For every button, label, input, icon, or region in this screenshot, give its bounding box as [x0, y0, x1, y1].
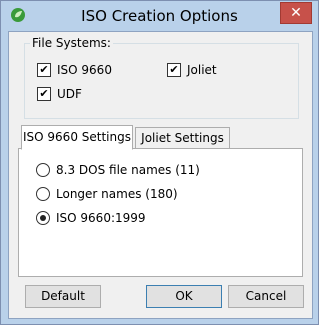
- file-systems-group: File Systems: ✔ ISO 9660 ✔ Joliet ✔ UDF: [24, 36, 299, 119]
- cancel-button[interactable]: Cancel: [228, 285, 304, 308]
- radio-longer-names[interactable]: Longer names (180): [36, 187, 178, 201]
- default-button[interactable]: Default: [25, 285, 101, 308]
- checkbox-box[interactable]: ✔: [37, 63, 51, 77]
- checkbox-box[interactable]: ✔: [167, 63, 181, 77]
- radio-circle[interactable]: [36, 211, 50, 225]
- dialog-body: File Systems: ✔ ISO 9660 ✔ Joliet ✔ UDF …: [8, 31, 313, 319]
- radio-8-3-dos[interactable]: 8.3 DOS file names (11): [36, 163, 200, 177]
- window-title: ISO Creation Options: [81, 7, 238, 25]
- title-bar[interactable]: ISO Creation Options ✕: [1, 1, 318, 31]
- radio-label: Longer names (180): [56, 187, 178, 201]
- checkbox-label: Joliet: [187, 63, 217, 77]
- radio-iso9660-1999[interactable]: ISO 9660:1999: [36, 211, 146, 225]
- close-button[interactable]: ✕: [280, 2, 312, 24]
- close-icon: ✕: [290, 5, 302, 21]
- checkbox-iso9660[interactable]: ✔ ISO 9660: [37, 63, 112, 77]
- checkbox-box[interactable]: ✔: [37, 87, 51, 101]
- checkbox-udf[interactable]: ✔ UDF: [37, 87, 82, 101]
- tab-iso9660-settings[interactable]: ISO 9660 Settings: [21, 125, 133, 150]
- file-systems-legend: File Systems:: [30, 36, 113, 50]
- radio-dot: [40, 215, 46, 221]
- radio-label: ISO 9660:1999: [56, 211, 146, 225]
- dialog-window: ISO Creation Options ✕ File Systems: ✔ I…: [0, 0, 319, 325]
- check-icon: ✔: [39, 87, 49, 100]
- radio-label: 8.3 DOS file names (11): [56, 163, 200, 177]
- check-icon: ✔: [169, 63, 179, 76]
- ok-button[interactable]: OK: [146, 285, 222, 308]
- tab-joliet-settings[interactable]: Joliet Settings: [135, 127, 230, 150]
- check-icon: ✔: [39, 63, 49, 76]
- radio-circle[interactable]: [36, 163, 50, 177]
- radio-circle[interactable]: [36, 187, 50, 201]
- checkbox-joliet[interactable]: ✔ Joliet: [167, 63, 217, 77]
- checkbox-label: ISO 9660: [57, 63, 112, 77]
- tab-panel-iso9660: 8.3 DOS file names (11) Longer names (18…: [18, 148, 303, 277]
- checkbox-label: UDF: [57, 87, 82, 101]
